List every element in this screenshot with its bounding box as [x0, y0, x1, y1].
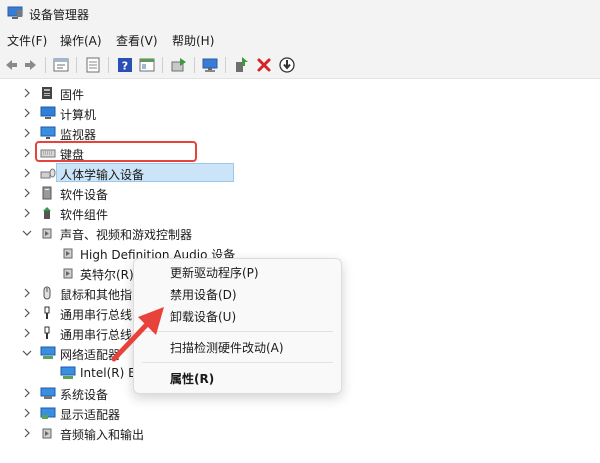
chevron-right-icon[interactable] — [22, 286, 32, 303]
chevron-down-icon[interactable] — [21, 346, 33, 363]
tree-item-label: 声音、视频和游戏控制器 — [60, 228, 193, 242]
tree-item-label: 显示适配器 — [60, 408, 121, 422]
toolbar-divider — [76, 57, 77, 73]
usb-icon — [40, 326, 54, 343]
chevron-right-icon[interactable] — [22, 106, 32, 123]
system-icon — [40, 386, 56, 403]
back-icon[interactable] — [2, 56, 20, 74]
tree-item-software-components[interactable]: 软件组件 — [0, 203, 600, 223]
keyboard-icon — [40, 146, 56, 163]
scan-hardware-icon[interactable] — [201, 56, 219, 74]
hid-icon — [40, 166, 56, 183]
audio-io-icon — [40, 426, 54, 443]
tree-item-keyboards[interactable]: 键盘 — [0, 143, 600, 163]
download-icon[interactable] — [278, 56, 296, 74]
chevron-right-icon[interactable] — [22, 426, 32, 443]
network-icon — [40, 346, 56, 363]
chevron-down-icon[interactable] — [21, 226, 33, 243]
help-icon[interactable]: ? — [116, 56, 134, 74]
menu-file[interactable]: 文件(F) — [7, 32, 47, 49]
network-icon — [60, 366, 76, 383]
toolbar-divider — [108, 57, 109, 73]
software-device-icon — [40, 186, 54, 203]
speaker-icon — [61, 266, 75, 283]
uninstall-icon[interactable] — [255, 56, 273, 74]
display-adapter-icon — [40, 406, 56, 423]
menu-divider — [142, 331, 333, 332]
computer-icon — [40, 106, 56, 123]
toolbar-divider — [194, 57, 195, 73]
tree-item-label: 软件设备 — [60, 188, 109, 202]
firmware-icon — [40, 86, 54, 103]
menu-view[interactable]: 查看(V) — [116, 32, 158, 49]
tree-item-sound-video-game-controllers[interactable]: 声音、视频和游戏控制器 — [0, 223, 600, 243]
forward-icon[interactable] — [22, 56, 40, 74]
tree-item-label: 监视器 — [60, 128, 97, 142]
tree-item-label: 英特尔(R) — [80, 268, 134, 282]
speaker-icon — [61, 246, 75, 263]
window-title: 设备管理器 — [29, 8, 90, 22]
speaker-icon — [40, 226, 54, 243]
menu-item-disable-device[interactable]: 禁用设备(D) — [170, 286, 237, 303]
svg-text:?: ? — [122, 60, 128, 73]
toolbar: ? — [0, 52, 600, 79]
properties-icon[interactable] — [52, 56, 70, 74]
tree-item-label: 键盘 — [60, 148, 85, 162]
tree-item-label: 软件组件 — [60, 208, 109, 222]
title-bar: 设备管理器 — [0, 0, 600, 26]
menu-item-uninstall-device[interactable]: 卸载设备(U) — [170, 308, 236, 325]
tree-item-label: Intel(R) E — [80, 366, 136, 380]
menu-item-update-driver[interactable]: 更新驱动程序(P) — [170, 264, 259, 281]
chevron-right-icon[interactable] — [22, 146, 32, 163]
chevron-right-icon[interactable] — [22, 126, 32, 143]
tree-item-display-adapters[interactable]: 显示适配器 — [0, 403, 600, 423]
tree-item-computer[interactable]: 计算机 — [0, 103, 600, 123]
console-icon[interactable] — [138, 56, 156, 74]
menu-divider — [142, 362, 333, 363]
mouse-icon — [40, 286, 54, 303]
chevron-right-icon[interactable] — [22, 166, 32, 183]
chevron-right-icon[interactable] — [22, 86, 32, 103]
toolbar-divider — [225, 57, 226, 73]
menu-action[interactable]: 操作(A) — [60, 32, 102, 49]
annotation-arrow — [108, 303, 170, 368]
menu-item-scan-hardware[interactable]: 扫描检测硬件改动(A) — [170, 339, 284, 356]
tree-item-label: 计算机 — [60, 108, 97, 122]
update-driver-icon[interactable] — [170, 56, 188, 74]
tree-item-audio-io[interactable]: 音频输入和输出 — [0, 423, 600, 443]
chevron-right-icon[interactable] — [22, 206, 32, 223]
menu-item-properties[interactable]: 属性(R) — [170, 370, 214, 387]
chevron-right-icon[interactable] — [22, 386, 32, 403]
tree-item-label: 鼠标和其他指 — [60, 288, 133, 302]
toolbar-divider — [162, 57, 163, 73]
menu-help[interactable]: 帮助(H) — [172, 32, 214, 49]
tree-item-label: 音频输入和输出 — [60, 428, 145, 442]
monitor-icon — [40, 126, 56, 143]
chevron-right-icon[interactable] — [22, 186, 32, 203]
menu-bar: 文件(F) 操作(A) 查看(V) 帮助(H) — [0, 26, 600, 52]
tree-item-label: 人体学输入设备 — [60, 168, 145, 182]
tree-item-monitors[interactable]: 监视器 — [0, 123, 600, 143]
tree-item-label: 固件 — [60, 88, 85, 102]
toolbar-divider — [45, 57, 46, 73]
chevron-right-icon[interactable] — [22, 326, 32, 343]
usb-icon — [40, 306, 54, 323]
tree-item-firmware[interactable]: 固件 — [0, 83, 600, 103]
chevron-right-icon[interactable] — [22, 306, 32, 323]
view-icon[interactable] — [84, 56, 102, 74]
software-component-icon — [40, 206, 54, 223]
chevron-right-icon[interactable] — [22, 406, 32, 423]
tree-item-software-devices[interactable]: 软件设备 — [0, 183, 600, 203]
tree-item-hid[interactable]: 人体学输入设备 — [0, 163, 600, 183]
tree-item-label: 系统设备 — [60, 388, 109, 402]
enable-device-icon[interactable] — [233, 56, 251, 74]
device-manager-icon — [7, 6, 23, 23]
